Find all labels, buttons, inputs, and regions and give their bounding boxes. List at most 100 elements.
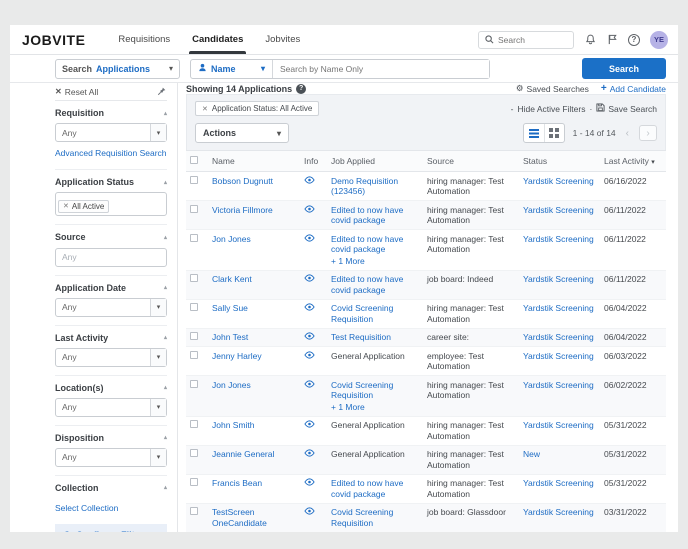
avatar[interactable]: YE — [650, 31, 668, 49]
active-filter-chip[interactable]: ✕ Application Status: All Active — [195, 101, 319, 116]
status-link[interactable]: New — [523, 449, 540, 459]
candidate-name-link[interactable]: Bobson Dugnutt — [212, 176, 273, 186]
nav-requisitions[interactable]: Requisitions — [107, 25, 181, 54]
job-applied-link[interactable]: Test Requisition — [331, 332, 419, 343]
global-search-input[interactable] — [498, 35, 568, 45]
collapse-icon[interactable]: ▴ — [164, 434, 167, 441]
disposition-select[interactable]: Any▾ — [55, 448, 167, 467]
row-checkbox[interactable] — [190, 507, 198, 515]
row-checkbox[interactable] — [190, 274, 198, 282]
col-status[interactable]: Status — [519, 151, 600, 172]
job-applied-link[interactable]: Covid Screening Requisition — [331, 507, 419, 528]
row-checkbox[interactable] — [190, 303, 198, 311]
list-view-button[interactable] — [524, 124, 544, 142]
row-checkbox[interactable] — [190, 380, 198, 388]
candidate-name-link[interactable]: Clark Kent — [212, 274, 252, 284]
candidate-name-link[interactable]: John Test — [212, 332, 248, 342]
job-applied-link[interactable]: Edited to now have covid package — [331, 478, 419, 499]
collapse-icon[interactable]: ▴ — [164, 110, 167, 117]
saved-searches-link[interactable]: ⚙Saved Searches — [516, 83, 589, 94]
advanced-requisition-search-link[interactable]: Advanced Requisition Search — [55, 148, 167, 158]
help-icon[interactable]: ? — [628, 34, 640, 46]
info-eye-icon[interactable] — [304, 303, 315, 313]
info-eye-icon[interactable] — [304, 274, 315, 284]
application-status-chipbox[interactable]: ✕All Active — [55, 192, 167, 216]
job-applied-link[interactable]: Edited to now have covid package — [331, 234, 419, 255]
row-checkbox[interactable] — [190, 332, 198, 340]
bell-icon[interactable] — [584, 34, 596, 46]
page-next-button[interactable]: › — [639, 125, 657, 141]
row-checkbox[interactable] — [190, 234, 198, 242]
collapse-icon[interactable]: ▴ — [164, 284, 167, 291]
info-eye-icon[interactable] — [304, 234, 315, 244]
info-eye-icon[interactable] — [304, 420, 315, 430]
status-link[interactable]: Yardstik Screening — [523, 274, 594, 284]
search-scope-select[interactable]: Search Applications ▾ — [55, 59, 180, 79]
candidate-name-link[interactable]: John Smith — [212, 420, 255, 430]
row-checkbox[interactable] — [190, 176, 198, 184]
candidate-name-link[interactable]: Sally Sue — [212, 303, 248, 313]
collapse-icon[interactable]: ▴ — [164, 384, 167, 391]
save-search-link[interactable]: Save Search — [596, 103, 657, 114]
job-applied-link[interactable]: Edited to now have covid package — [331, 274, 419, 295]
col-job-applied[interactable]: Job Applied — [327, 151, 423, 172]
info-eye-icon[interactable] — [304, 205, 315, 215]
col-source[interactable]: Source — [423, 151, 519, 172]
status-link[interactable]: Yardstik Screening — [523, 234, 594, 244]
col-last-activity[interactable]: Last Activity ▾ — [600, 151, 666, 172]
row-checkbox[interactable] — [190, 449, 198, 457]
info-eye-icon[interactable] — [304, 351, 315, 361]
more-jobs-link[interactable]: + 1 More — [331, 402, 419, 413]
candidate-name-link[interactable]: Francis Bean — [212, 478, 262, 488]
info-eye-icon[interactable] — [304, 507, 315, 517]
job-applied-link[interactable]: Covid Screening Requisition — [331, 380, 419, 401]
application-date-select[interactable]: Any▾ — [55, 298, 167, 317]
row-checkbox[interactable] — [190, 420, 198, 428]
status-link[interactable]: Yardstik Screening — [523, 380, 594, 390]
row-checkbox[interactable] — [190, 351, 198, 359]
hide-active-filters-link[interactable]: Hide Active Filters — [517, 104, 585, 114]
search-button[interactable]: Search — [582, 58, 666, 79]
row-checkbox[interactable] — [190, 205, 198, 213]
add-candidate-link[interactable]: +Add Candidate — [601, 83, 666, 94]
select-all-checkbox[interactable] — [190, 156, 198, 164]
info-eye-icon[interactable] — [304, 176, 315, 186]
status-link[interactable]: Yardstik Screening — [523, 420, 594, 430]
last-activity-select[interactable]: Any▾ — [55, 348, 167, 367]
info-eye-icon[interactable] — [304, 478, 315, 488]
close-icon[interactable]: ✕ — [63, 202, 69, 210]
info-eye-icon[interactable] — [304, 332, 315, 342]
candidate-name-link[interactable]: Jenny Harley — [212, 351, 262, 361]
help-icon[interactable]: ? — [296, 84, 306, 94]
info-eye-icon[interactable] — [304, 380, 315, 390]
candidate-name-link[interactable]: Victoria Fillmore — [212, 205, 273, 215]
pin-icon[interactable] — [157, 86, 167, 98]
more-jobs-link[interactable]: + 1 More — [331, 256, 419, 267]
select-collection-link[interactable]: Select Collection — [55, 503, 118, 513]
status-link[interactable]: Yardstik Screening — [523, 351, 594, 361]
status-link[interactable]: Yardstik Screening — [523, 332, 594, 342]
collapse-icon[interactable]: ▴ — [164, 179, 167, 186]
candidate-name-link[interactable]: TestScreen OneCandidate — [212, 507, 267, 528]
close-icon[interactable]: ✕ — [202, 105, 208, 113]
candidate-name-link[interactable]: Jon Jones — [212, 380, 251, 390]
candidate-search-input[interactable] — [273, 60, 489, 78]
job-applied-link[interactable]: Edited to now have covid package — [331, 205, 419, 226]
search-field-selector[interactable]: Name ▾ — [191, 60, 273, 78]
grid-view-button[interactable] — [544, 124, 564, 142]
job-applied-link[interactable]: Covid Screening Requisition — [331, 303, 419, 324]
flag-icon[interactable] — [606, 34, 618, 46]
configure-filters-button[interactable]: ⚙ Configure Filters — [55, 524, 167, 533]
actions-dropdown[interactable]: Actions ▾ — [195, 123, 289, 143]
candidate-name-link[interactable]: Jeannie General — [212, 449, 274, 459]
reset-all-link[interactable]: Reset All — [65, 87, 99, 97]
col-name[interactable]: Name — [208, 151, 300, 172]
global-search[interactable] — [478, 31, 574, 49]
locations-select[interactable]: Any▾ — [55, 398, 167, 417]
collapse-icon[interactable]: ▴ — [164, 334, 167, 341]
page-prev-button[interactable]: ‹ — [624, 128, 631, 139]
status-link[interactable]: Yardstik Screening — [523, 205, 594, 215]
status-link[interactable]: Yardstik Screening — [523, 507, 594, 517]
job-applied-link[interactable]: Demo Requisition (123456) — [331, 176, 419, 197]
collapse-icon[interactable]: ▴ — [164, 484, 167, 491]
